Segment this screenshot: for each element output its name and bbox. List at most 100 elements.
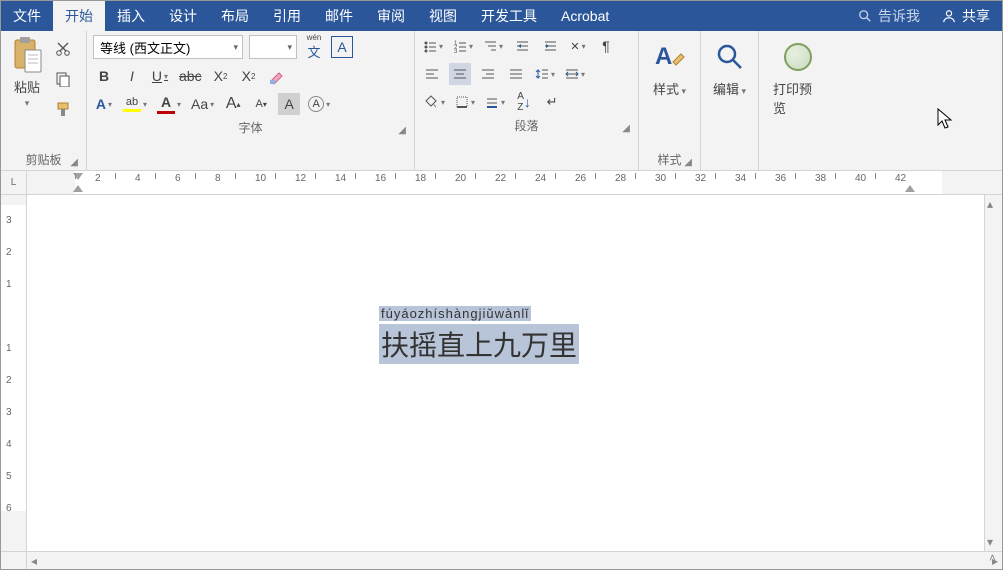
tab-design[interactable]: 设计: [157, 1, 209, 31]
align-right-button[interactable]: [477, 63, 499, 85]
subscript-button[interactable]: X2: [210, 65, 232, 87]
vruler-tick: 4: [6, 439, 12, 450]
tab-developer[interactable]: 开发工具: [469, 1, 549, 31]
sort-button[interactable]: AZ↓: [513, 91, 535, 113]
styles-dialog-launcher[interactable]: ◢: [684, 157, 692, 168]
font-size-select[interactable]: ▾: [249, 35, 297, 59]
ruler-tick: 10: [255, 173, 266, 184]
ruler-tick: 42: [895, 173, 906, 184]
phonetic-guide-button[interactable]: wén文: [303, 36, 325, 58]
paragraph-marks-button[interactable]: ↵: [541, 91, 563, 113]
horizontal-scrollbar[interactable]: ◂ ▸: [1, 551, 1002, 569]
tab-acrobat[interactable]: Acrobat: [549, 1, 621, 31]
vertical-ruler[interactable]: 321123456: [1, 195, 27, 551]
font-dialog-launcher[interactable]: ◢: [398, 125, 406, 136]
highlight-button[interactable]: ab: [121, 93, 149, 115]
cut-button[interactable]: [51, 37, 75, 61]
tab-home[interactable]: 开始: [53, 1, 105, 31]
scroll-left-arrow[interactable]: ◂: [31, 554, 37, 568]
italic-button[interactable]: I: [121, 65, 143, 87]
ruler-tick: 4: [135, 173, 141, 184]
horizontal-ruler[interactable]: L 24681012141618202224262830323436384042: [1, 171, 1002, 195]
scroll-down-arrow[interactable]: ▾: [987, 535, 993, 549]
justify-button[interactable]: [505, 63, 527, 85]
tab-layout[interactable]: 布局: [209, 1, 261, 31]
format-painter-button[interactable]: [51, 97, 75, 121]
editing-button[interactable]: 编辑: [704, 35, 756, 150]
character-shading-button[interactable]: A: [278, 93, 300, 115]
borders-button[interactable]: [453, 91, 477, 113]
strikethrough-button[interactable]: abc: [177, 65, 204, 87]
line-spacing-button[interactable]: [533, 63, 557, 85]
increase-indent-button[interactable]: [539, 35, 561, 57]
svg-text:3: 3: [454, 49, 458, 53]
decrease-indent-button[interactable]: [511, 35, 533, 57]
asian-layout-button[interactable]: ✕: [567, 35, 589, 57]
tab-view[interactable]: 视图: [417, 1, 469, 31]
print-preview-icon: [784, 43, 812, 71]
character-border-button[interactable]: A: [331, 36, 353, 58]
ruler-tick: 20: [455, 173, 466, 184]
numbering-button[interactable]: 123: [451, 35, 475, 57]
font-name-select[interactable]: 等线 (西文正文)▾: [93, 35, 243, 59]
enclose-characters-button[interactable]: A: [306, 93, 332, 115]
vruler-tick: 1: [6, 343, 12, 354]
grow-font-button[interactable]: A▴: [222, 93, 244, 115]
clipboard-group-label: 剪贴板 ◢: [7, 147, 80, 170]
share-button[interactable]: 共享: [930, 1, 1002, 31]
copy-button[interactable]: [51, 67, 75, 91]
show-hide-button[interactable]: ¶: [595, 35, 617, 57]
right-indent-marker[interactable]: [905, 185, 915, 192]
bold-button[interactable]: B: [93, 65, 115, 87]
vruler-tick: 3: [6, 407, 12, 418]
align-left-button[interactable]: [421, 63, 443, 85]
share-label: 共享: [962, 6, 990, 26]
ruler-tick: 26: [575, 173, 586, 184]
paste-button[interactable]: [7, 35, 47, 75]
shading-button[interactable]: [421, 91, 447, 113]
change-case-button[interactable]: Aa: [189, 93, 216, 115]
selected-text-block[interactable]: fúyáozhíshàngjiǔwànlǐ 扶摇直上九万里: [379, 305, 579, 364]
tell-me-search[interactable]: 告诉我: [848, 1, 930, 31]
collapse-ribbon-button[interactable]: ˄: [989, 551, 996, 565]
styles-button[interactable]: A 样式: [644, 35, 696, 147]
shrink-font-button[interactable]: A▾: [250, 93, 272, 115]
ruler-tick: 12: [295, 173, 306, 184]
font-color-button[interactable]: A: [155, 93, 183, 115]
tab-file[interactable]: 文件: [1, 1, 53, 31]
styles-label: 样式: [653, 79, 686, 98]
distributed-button[interactable]: [563, 63, 587, 85]
paragraph-dialog-launcher[interactable]: ◢: [622, 123, 630, 134]
ruler-tick: 28: [615, 173, 626, 184]
snap-to-grid-button[interactable]: [483, 91, 507, 113]
vruler-tick: 1: [6, 279, 12, 290]
superscript-button[interactable]: X2: [238, 65, 260, 87]
ruler-tick: 8: [215, 173, 221, 184]
vertical-scrollbar[interactable]: ▴ ▾: [984, 195, 1002, 551]
ruler-tick: 2: [95, 173, 101, 184]
ruler-tick: 32: [695, 173, 706, 184]
text-effects-button[interactable]: A: [93, 93, 115, 115]
align-center-button[interactable]: [449, 63, 471, 85]
ribbon: 粘贴 ▾ 剪贴板 ◢ 等线: [1, 31, 1002, 171]
tab-review[interactable]: 审阅: [365, 1, 417, 31]
tab-mailings[interactable]: 邮件: [313, 1, 365, 31]
clear-formatting-button[interactable]: [266, 65, 288, 87]
tab-selector[interactable]: L: [1, 171, 27, 194]
vruler-tick: 5: [6, 471, 12, 482]
pinyin-text: fúyáozhíshàngjiǔwànlǐ: [379, 306, 531, 321]
scroll-up-arrow[interactable]: ▴: [987, 197, 993, 211]
document-canvas[interactable]: fúyáozhíshàngjiǔwànlǐ 扶摇直上九万里: [27, 195, 984, 551]
group-editing: 编辑: [701, 31, 759, 170]
tab-insert[interactable]: 插入: [105, 1, 157, 31]
ruler-tick: 6: [175, 173, 181, 184]
bullets-button[interactable]: [421, 35, 445, 57]
multilevel-list-button[interactable]: [481, 35, 505, 57]
print-preview-button[interactable]: 打印预览: [765, 35, 831, 150]
clipboard-dialog-launcher[interactable]: ◢: [70, 157, 78, 168]
hanging-indent-marker[interactable]: [73, 185, 83, 192]
tab-references[interactable]: 引用: [261, 1, 313, 31]
underline-button[interactable]: U: [149, 65, 171, 87]
ruler-tick: 34: [735, 173, 746, 184]
ruler-tick: 40: [855, 173, 866, 184]
